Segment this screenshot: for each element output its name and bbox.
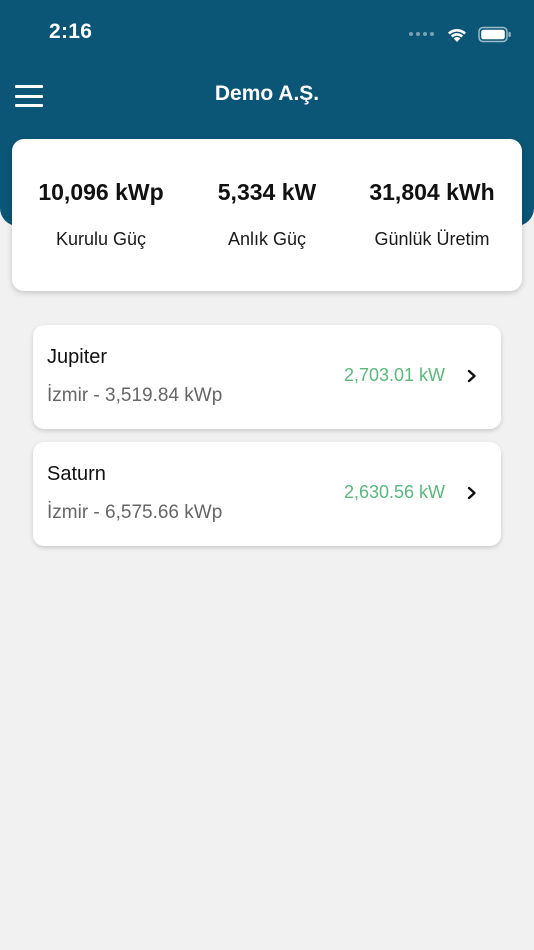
page-title: Demo A.Ş. bbox=[214, 82, 320, 105]
daily-production-label: Günlük Üretim bbox=[374, 229, 490, 249]
cellular-signal-icon bbox=[409, 32, 434, 36]
instant-power-value: 5,334 kW bbox=[217, 179, 317, 205]
plant-location-capacity: İzmir - 6,575.66 kWp bbox=[47, 502, 223, 523]
status-indicators bbox=[409, 22, 512, 46]
instant-power-label: Anlık Güç bbox=[227, 229, 307, 249]
plant-name: Jupiter bbox=[47, 346, 108, 368]
installed-power-value: 10,096 kWp bbox=[38, 179, 164, 205]
plant-location-capacity: İzmir - 3,519.84 kWp bbox=[47, 385, 223, 406]
chevron-right-icon bbox=[467, 369, 476, 383]
battery-icon bbox=[478, 26, 511, 42]
chevron-right-icon bbox=[467, 486, 476, 500]
daily-production-value: 31,804 kWh bbox=[369, 179, 495, 205]
plant-current-power: 2,630.56 kW bbox=[343, 482, 445, 502]
plant-card-saturn[interactable]: Saturn İzmir - 6,575.66 kWp 2,630.56 kW bbox=[33, 442, 501, 546]
plant-current-power: 2,703.01 kW bbox=[343, 365, 445, 385]
status-time: 2:16 bbox=[49, 20, 93, 43]
wifi-icon bbox=[448, 28, 466, 42]
summary-card: 10,096 kWp Kurulu Güç 5,334 kW Anlık Güç… bbox=[12, 139, 522, 291]
installed-power-label: Kurulu Güç bbox=[55, 229, 147, 249]
plant-name: Saturn bbox=[47, 463, 106, 485]
plant-card-jupiter[interactable]: Jupiter İzmir - 3,519.84 kWp 2,703.01 kW bbox=[33, 325, 501, 429]
